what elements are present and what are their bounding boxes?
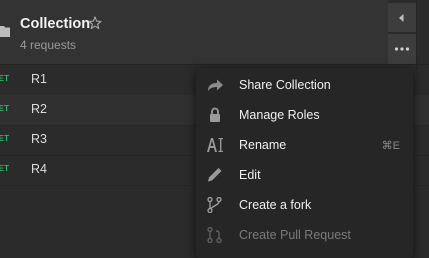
menu-item-share-collection[interactable]: Share Collection [196,70,413,100]
collection-actions-menu: Share Collection Manage Roles Rename ⌘E … [196,68,413,258]
menu-item-label: Manage Roles [239,108,320,122]
menu-item-create-pull-request: Create Pull Request [196,220,413,250]
method-badge: GET [0,134,10,143]
collection-title[interactable]: Collection [20,16,90,32]
method-badge: GET [0,74,10,83]
collection-header[interactable]: Collection 4 requests [0,0,388,64]
menu-item-label: Edit [239,168,261,182]
menu-item-edit[interactable]: Edit [196,160,413,190]
request-name[interactable]: R3 [31,132,47,146]
request-name[interactable]: R4 [31,162,47,176]
menu-item-label: Share Collection [239,78,331,92]
pull-request-icon [207,227,222,243]
method-badge: GET [0,164,10,173]
menu-item-rename[interactable]: Rename ⌘E [196,130,413,160]
caret-left-icon [399,14,404,22]
ellipsis-icon [394,47,410,51]
star-icon[interactable] [88,16,102,30]
folder-icon [0,26,10,37]
request-count: 4 requests [20,38,77,52]
rename-icon [207,138,223,152]
menu-item-label: Rename [239,138,287,152]
menu-item-label: Create Pull Request [239,228,351,242]
shortcut-hint: ⌘E [381,140,400,152]
request-name[interactable]: R2 [31,102,47,116]
share-arrow-icon [208,79,223,91]
method-badge: GET [0,104,10,113]
more-actions-button[interactable] [388,34,416,64]
fork-icon [207,197,222,213]
menu-item-label: Create a fork [239,198,312,212]
pencil-icon [208,168,222,182]
vertical-divider [416,0,417,70]
menu-item-manage-roles[interactable]: Manage Roles [196,100,413,130]
lock-icon [210,107,220,122]
collapse-button[interactable] [388,3,416,33]
menu-item-create-fork[interactable]: Create a fork [196,190,413,220]
request-name[interactable]: R1 [31,72,47,86]
